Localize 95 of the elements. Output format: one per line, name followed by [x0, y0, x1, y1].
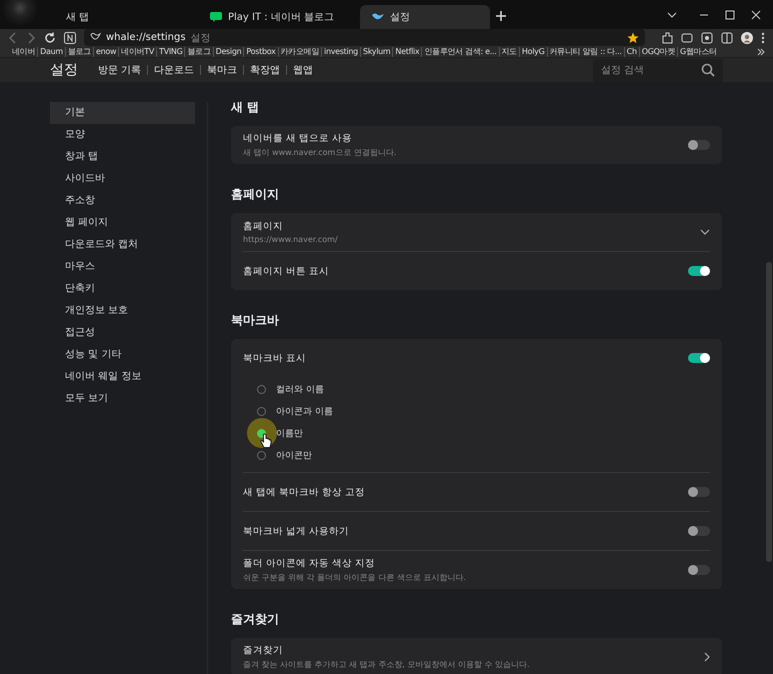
setting-description: 즐겨 찾는 사이트를 추가하고 새 탭과 주소창, 모바일창에서 이용할 수 있습니다. — [243, 659, 531, 670]
bookmark-link[interactable]: Daum — [40, 47, 63, 56]
chevron-right-icon[interactable] — [704, 652, 710, 662]
split-view-icon[interactable] — [721, 32, 733, 44]
radio-label: 아이콘만 — [276, 450, 312, 462]
toggle-switch[interactable] — [688, 140, 710, 150]
toggle-switch[interactable] — [688, 526, 710, 536]
setting-description: https://www.naver.com/ — [243, 235, 339, 244]
close-icon[interactable] — [751, 10, 761, 20]
chevron-down-icon[interactable] — [700, 229, 710, 235]
reload-icon[interactable] — [44, 32, 56, 44]
nav-link[interactable]: 방문 기록 — [94, 63, 146, 77]
bookmark-link[interactable]: Skylum — [362, 47, 390, 56]
sidebar-item[interactable]: 접근성 — [50, 322, 195, 344]
back-icon[interactable] — [8, 32, 18, 44]
sidebar-icon[interactable] — [681, 32, 693, 44]
setting-label: 폴더 아이콘에 자동 색상 지정 — [243, 557, 376, 570]
whale-icon — [372, 12, 384, 22]
bookmark-link[interactable]: HolyG — [522, 47, 544, 56]
bookmark-link[interactable]: 네이버 — [12, 46, 36, 57]
nav-link[interactable]: 웹앱 — [289, 63, 318, 77]
setting-label: 새 탭에 북마크바 항상 고정 — [243, 486, 366, 498]
bookmark-link[interactable]: Ch — [626, 47, 637, 56]
sidebar-item[interactable]: 모양 — [50, 124, 195, 146]
bookmark-link[interactable]: investing — [324, 47, 358, 56]
sidebar-item[interactable]: 모두 보기 — [50, 388, 195, 410]
sidebar-item[interactable]: 다운로드와 캡처 — [50, 234, 195, 256]
nav-link[interactable]: 다운로드 — [150, 63, 198, 77]
setting-label: 즐겨찾기 — [243, 644, 284, 657]
menu-icon[interactable] — [761, 32, 765, 44]
section-title: 북마크바 — [231, 312, 280, 329]
browser-tab[interactable]: 새 탭 — [54, 5, 184, 29]
bookmark-link[interactable]: Design — [216, 47, 242, 56]
bookmark-link[interactable]: G웹마스터 — [680, 46, 717, 57]
bookmark-link[interactable]: 지도 — [502, 46, 517, 57]
sidebar-item[interactable]: 단축키 — [50, 278, 195, 300]
bookmark-link[interactable]: 블로그 — [68, 46, 91, 57]
bookmark-link[interactable]: TVING — [159, 47, 182, 56]
sidebar-item[interactable]: 기본 — [50, 102, 195, 124]
nav-link[interactable]: 북마크 — [203, 63, 242, 77]
sidebar-item[interactable]: 주소창 — [50, 190, 195, 212]
capture-icon[interactable] — [701, 32, 713, 44]
bookmark-link[interactable]: Postbox — [246, 47, 276, 56]
hand-cursor-icon — [260, 433, 272, 449]
sidebar-item[interactable]: 성능 및 기타 — [50, 344, 195, 366]
setting-label: 홈페이지 버튼 표시 — [243, 264, 330, 278]
avatar-icon[interactable] — [741, 32, 753, 44]
radio-label: 컬러와 이름 — [276, 384, 324, 396]
radio-button[interactable] — [257, 406, 266, 416]
blog-icon — [210, 12, 222, 22]
setting-label: 북마크바 넓게 사용하기 — [243, 524, 350, 538]
bookmark-link[interactable]: Netflix — [395, 47, 420, 56]
setting-description: 새 탭이 www.naver.com으로 연결됩니다. — [243, 147, 398, 158]
nav-link[interactable]: 확장앱 — [246, 63, 284, 77]
bookmark-link[interactable]: 카카오메일 — [280, 46, 320, 57]
toggle-switch[interactable] — [688, 565, 710, 575]
toggle-switch[interactable] — [688, 487, 710, 497]
browser-tab[interactable]: 설정 — [360, 5, 490, 29]
maximize-icon[interactable] — [725, 10, 735, 20]
page-title: 설정 — [50, 61, 78, 79]
section-title: 새 탭 — [231, 99, 260, 116]
sidebar-item[interactable]: 네이버 웨일 정보 — [50, 366, 195, 388]
bookmark-link[interactable]: 블로그 — [187, 46, 211, 57]
setting-label: 네이버를 새 탭으로 사용 — [243, 132, 354, 145]
sidebar-item[interactable]: 사이드바 — [50, 168, 195, 190]
setting-label: 북마크바 표시 — [243, 352, 308, 364]
forward-icon[interactable] — [26, 32, 36, 44]
section-title: 즐겨찾기 — [231, 611, 280, 628]
radio-button[interactable] — [257, 450, 266, 460]
chevron-icon[interactable] — [757, 48, 765, 56]
setting-description: 쉬운 구분을 위해 각 폴더의 아이콘을 다른 색으로 표시합니다. — [243, 572, 467, 583]
extension-icon[interactable] — [661, 32, 673, 44]
address-bar[interactable]: whale://settings 설정 — [84, 29, 645, 46]
bookmark-link[interactable]: enow — [96, 47, 116, 56]
search-field[interactable]: 설정 검색 — [593, 58, 723, 82]
bookmark-link[interactable]: 네이버TV — [121, 46, 154, 57]
section-title: 홈페이지 — [231, 186, 280, 203]
toggle-switch[interactable] — [688, 353, 710, 363]
sidebar-item[interactable]: 개인정보 보호 — [50, 300, 195, 322]
setting-label: 홈페이지 — [243, 220, 284, 233]
radio-button[interactable] — [257, 384, 266, 394]
sidebar-item[interactable]: 창과 탭 — [50, 146, 195, 168]
sidebar-item[interactable]: 마우스 — [50, 256, 195, 278]
bookmark-link[interactable]: 커뮤니티 알림 :: 다... — [550, 46, 622, 57]
home-icon[interactable] — [64, 32, 76, 44]
star-icon[interactable] — [627, 32, 639, 44]
radio-label: 아이콘과 이름 — [276, 406, 333, 418]
bookmark-link[interactable]: 인플루언서 검색: e... — [424, 46, 497, 57]
toggle-switch[interactable] — [688, 266, 710, 276]
bookmark-link[interactable]: OGQ마켓 — [642, 46, 676, 57]
radio-label: 이름만 — [276, 428, 303, 440]
browser-tab[interactable]: Play IT : 네이버 블로그 — [198, 5, 346, 29]
search-icon — [701, 63, 715, 77]
caret-icon[interactable] — [667, 10, 677, 20]
sidebar-item[interactable]: 웹 페이지 — [50, 212, 195, 234]
